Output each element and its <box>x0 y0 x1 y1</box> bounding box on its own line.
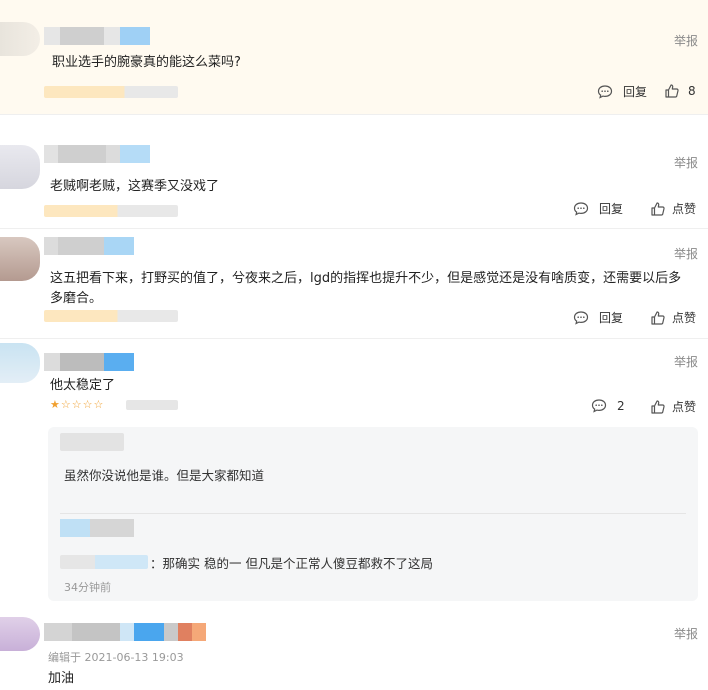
reply-username[interactable] <box>60 433 124 451</box>
like-label: 点赞 <box>672 311 697 325</box>
comment-bubble-icon <box>591 399 607 413</box>
reply-mention[interactable] <box>60 555 148 569</box>
reply-button[interactable]: 回复 <box>573 309 623 326</box>
comment-text: 加油 <box>48 671 75 686</box>
like-button[interactable]: 点赞 <box>650 200 696 217</box>
report-link[interactable]: 举报 <box>674 154 698 171</box>
comment-bubble-icon <box>573 310 589 325</box>
comment-text: 这五把看下来，打野买的值了，兮夜来之后，lgd的指挥也提升不少，但是感觉还是没有… <box>50 271 682 306</box>
username[interactable] <box>44 353 134 371</box>
comment-meta <box>126 400 178 410</box>
like-label: 点赞 <box>672 202 697 216</box>
comment-item: 举报 他太稳定了 ★☆☆☆☆ 2 点赞 虽然你没说他是谁。但是大家都知道 ：那确… <box>0 339 708 611</box>
comment-text: 老贼啊老贼，这赛季又没戏了 <box>50 179 220 194</box>
avatar[interactable] <box>0 343 40 383</box>
avatar[interactable] <box>0 617 40 651</box>
avatar[interactable] <box>0 22 40 56</box>
edited-timestamp: 编辑于 2021-06-13 19:03 <box>48 651 184 664</box>
reply-button[interactable]: 2 <box>591 398 625 414</box>
reply-text: 虽然你没说他是谁。但是大家都知道 <box>64 468 265 483</box>
report-link[interactable]: 举报 <box>674 353 698 370</box>
reply-username[interactable] <box>60 519 134 537</box>
reply-divider <box>60 513 686 514</box>
comment-meta <box>44 310 178 322</box>
reply-count: 2 <box>617 399 625 413</box>
reply-timestamp: 34分钟前 <box>64 581 111 594</box>
report-link[interactable]: 举报 <box>674 32 698 49</box>
like-label: 点赞 <box>672 400 697 414</box>
avatar[interactable] <box>0 145 40 189</box>
comment-text: 职业选手的腕豪真的能这么菜吗? <box>52 55 241 70</box>
like-button[interactable]: 点赞 <box>650 309 696 326</box>
reply-label: 回复 <box>623 85 648 99</box>
comment-item: 举报 编辑于 2021-06-13 19:03 加油 <box>0 611 708 690</box>
reply-label: 回复 <box>599 311 624 325</box>
thumbs-up-icon <box>651 201 665 216</box>
comment-item: 举报 职业选手的腕豪真的能这么菜吗? 回复 8 <box>0 0 708 115</box>
thumbs-up-icon <box>651 310 665 325</box>
comment-bubble-icon <box>573 201 589 216</box>
username[interactable] <box>44 623 214 641</box>
comment-bubble-icon <box>597 84 613 99</box>
reply-label: 回复 <box>599 202 624 216</box>
thumbs-up-icon <box>651 399 665 414</box>
reply-list: 虽然你没说他是谁。但是大家都知道 ：那确实 稳的一 但凡是个正常人傻豆都救不了这… <box>48 427 698 601</box>
username[interactable] <box>44 27 150 45</box>
avatar[interactable] <box>0 237 40 281</box>
report-link[interactable]: 举报 <box>674 625 698 642</box>
reply-button[interactable]: 回复 <box>573 200 623 217</box>
report-link[interactable]: 举报 <box>674 245 698 262</box>
comment-text: 他太稳定了 <box>50 378 116 393</box>
like-button[interactable]: 8 <box>664 83 696 99</box>
comment-item: 举报 老贼啊老贼，这赛季又没戏了 回复 点赞 <box>0 115 708 229</box>
reply-button[interactable]: 回复 <box>597 83 647 100</box>
reply-text: ：那确实 稳的一 但凡是个正常人傻豆都救不了这局 <box>150 556 433 571</box>
username[interactable] <box>44 237 134 255</box>
comment-meta <box>44 205 178 217</box>
like-count: 8 <box>688 84 696 98</box>
comment-meta <box>44 86 178 98</box>
comment-item: 举报 这五把看下来，打野买的值了，兮夜来之后，lgd的指挥也提升不少，但是感觉还… <box>0 229 708 339</box>
thumbs-up-icon <box>665 84 679 98</box>
username[interactable] <box>44 145 150 163</box>
like-button[interactable]: 点赞 <box>650 398 696 415</box>
rating-stars: ★☆☆☆☆ <box>50 398 105 411</box>
